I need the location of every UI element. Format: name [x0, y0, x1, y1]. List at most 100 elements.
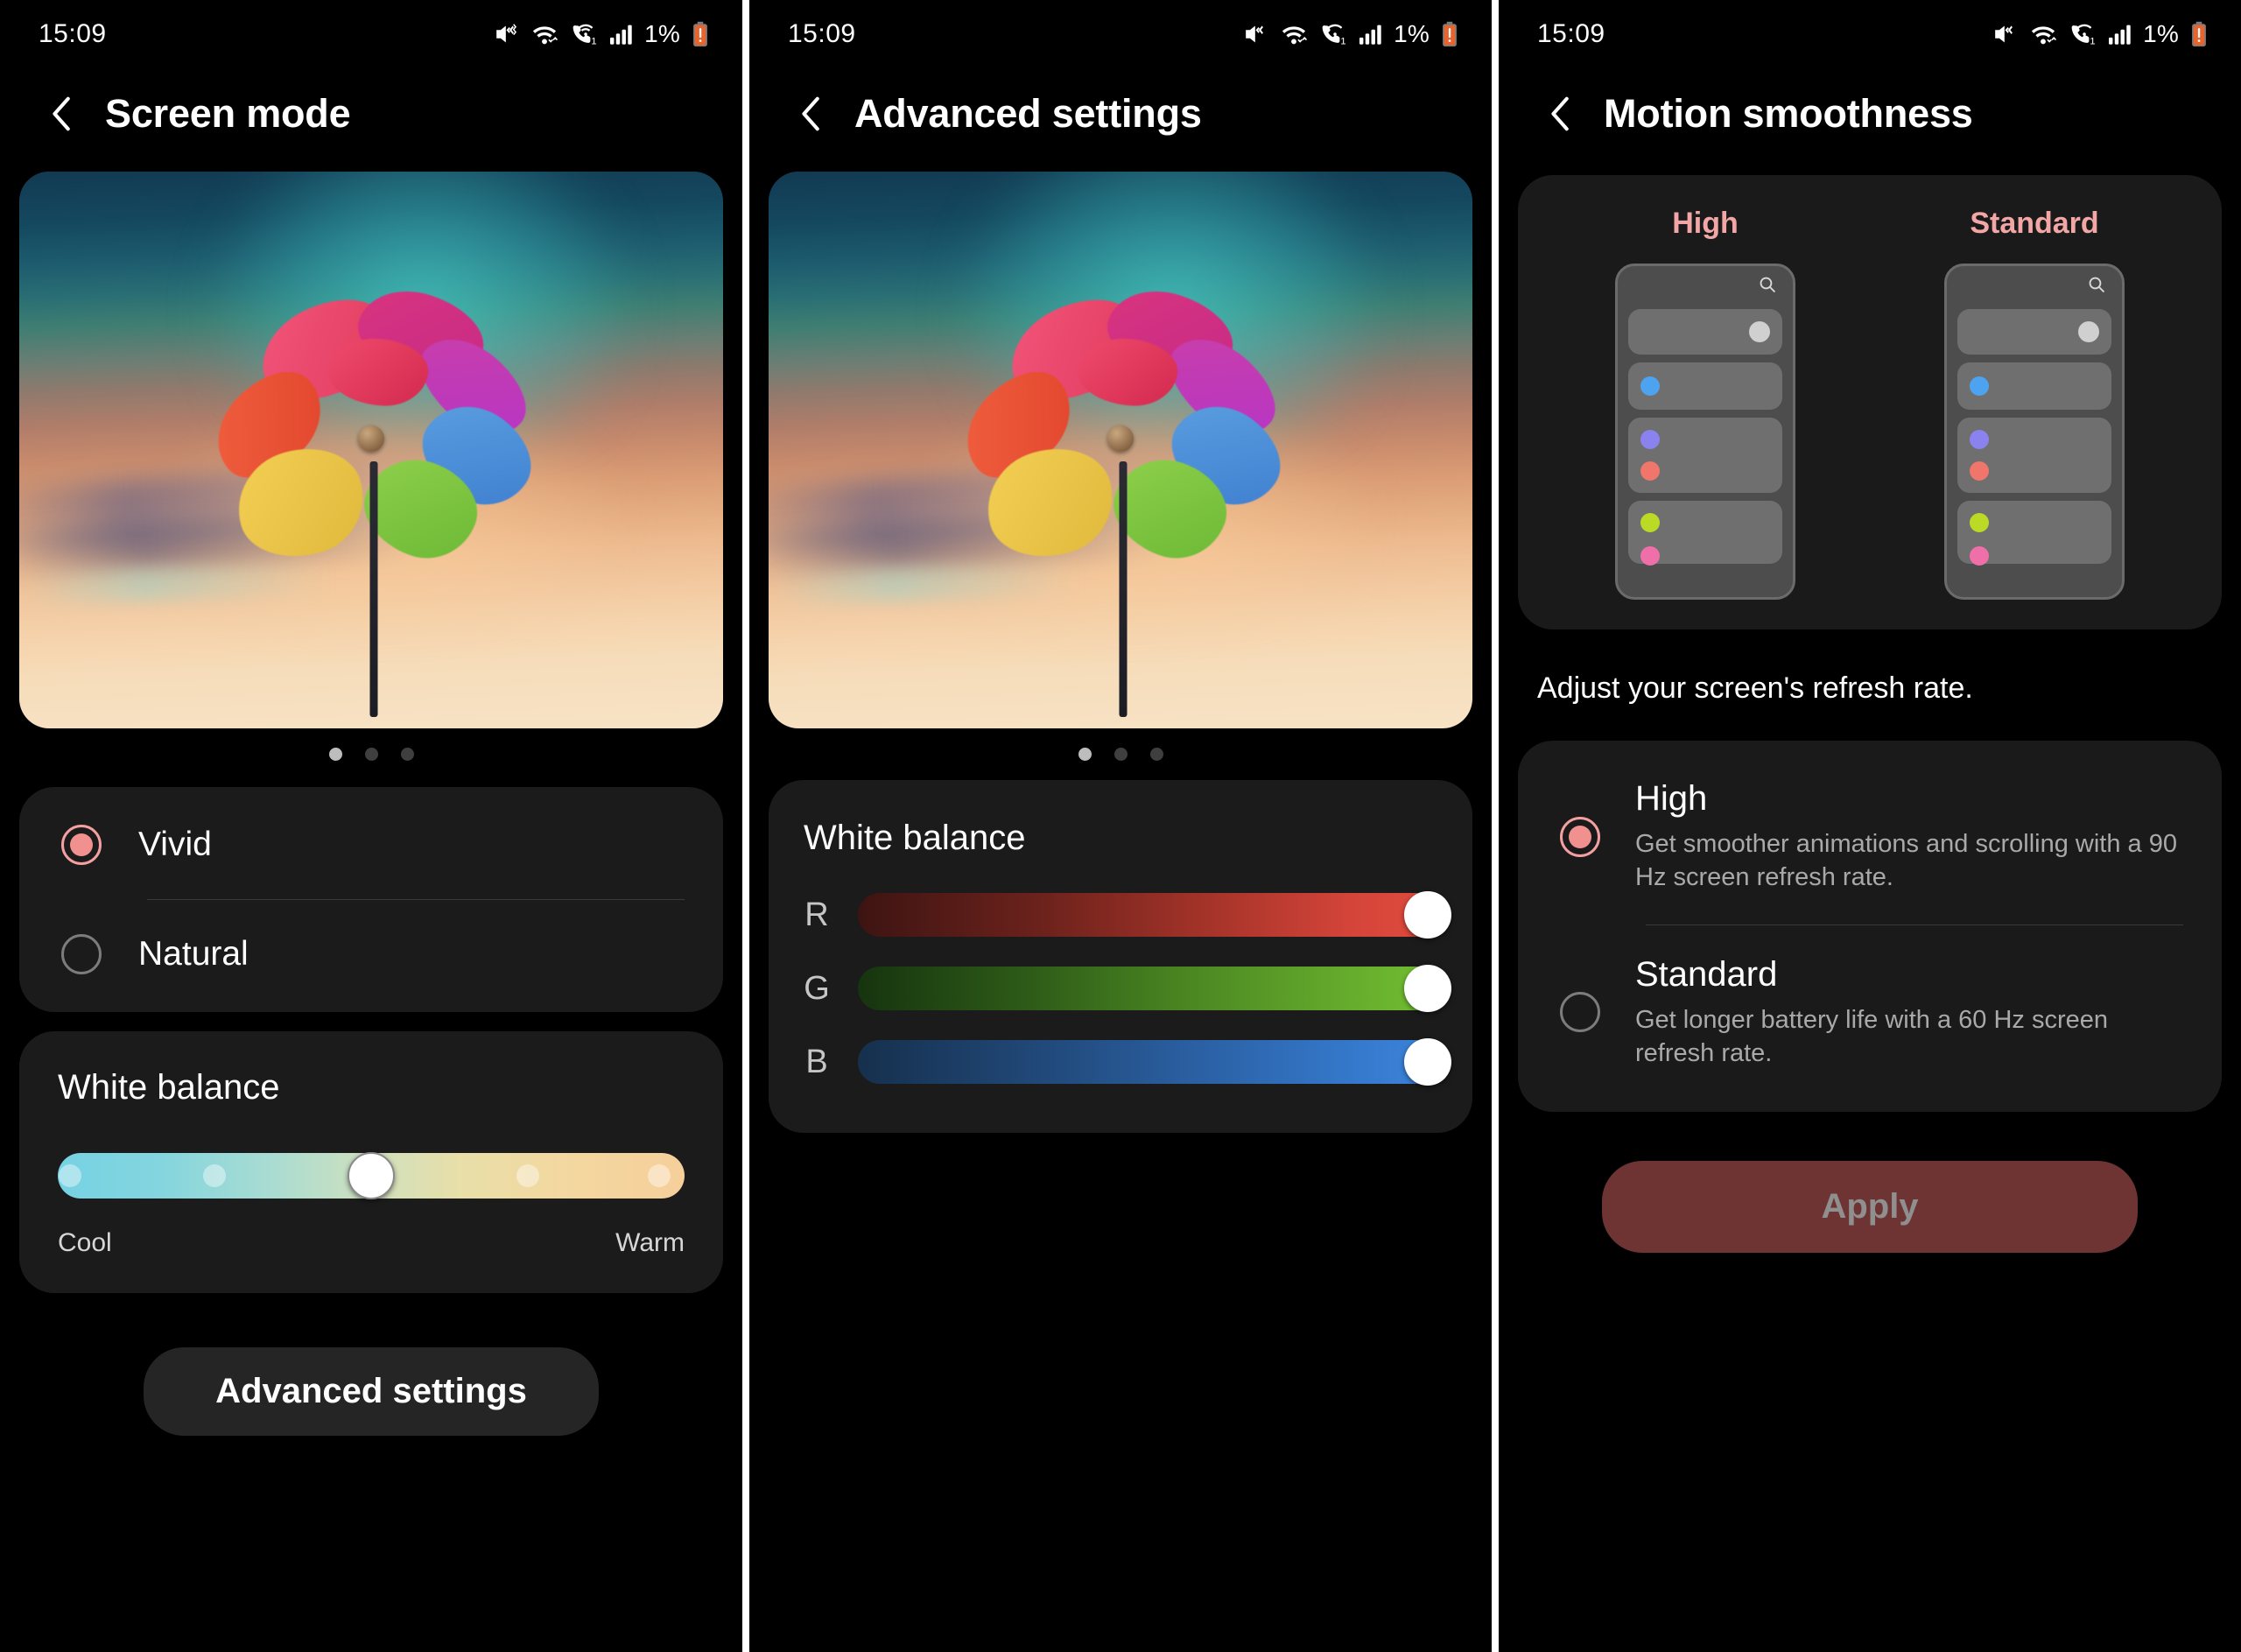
battery-low-icon	[1441, 21, 1458, 47]
white-balance-slider[interactable]	[58, 1152, 685, 1199]
rgb-white-balance-card: White balance R G B	[769, 780, 1472, 1133]
search-icon	[1628, 275, 1782, 301]
pinwheel-hub	[358, 425, 384, 453]
radio-button-natural[interactable]	[61, 934, 102, 974]
white-balance-end-labels: Cool Warm	[58, 1228, 685, 1258]
slider-tick	[516, 1164, 539, 1187]
screen-mode-options-card: Vivid Natural	[19, 787, 723, 1012]
apply-button-wrap: Apply	[1499, 1112, 2241, 1254]
app-bar-advanced-settings: Advanced settings	[749, 68, 1492, 159]
rgb-slider-blue[interactable]	[858, 1038, 1451, 1086]
refresh-preview-standard: Standard	[1890, 207, 2180, 600]
advanced-settings-button-wrap: Advanced settings	[0, 1293, 742, 1436]
mini-row	[1628, 501, 1782, 566]
mini-color-dot-pink	[1970, 546, 1989, 566]
wifi-calling-icon: 1	[2068, 22, 2097, 46]
pager-dot[interactable]	[328, 748, 342, 761]
refresh-rate-options-card: High Get smoother animations and scrolli…	[1518, 741, 2222, 1113]
pager-dot[interactable]	[1113, 748, 1128, 761]
refresh-option-subtitle-high: Get smoother animations and scrolling wi…	[1635, 830, 2177, 892]
mini-color-dot-blue	[1640, 376, 1660, 396]
radio-button-standard[interactable]	[1560, 992, 1600, 1033]
pager-dot[interactable]	[1078, 748, 1092, 761]
preview-pager-dots[interactable]	[19, 728, 723, 761]
mini-color-dot-purple	[1640, 430, 1660, 449]
mini-row	[1628, 418, 1782, 493]
svg-text:1: 1	[1340, 36, 1345, 46]
mini-color-dot-green	[1640, 513, 1660, 532]
status-clock: 15:09	[1537, 19, 1605, 48]
battery-low-icon	[692, 21, 709, 47]
mini-row	[1957, 362, 2111, 410]
search-icon	[1957, 275, 2111, 301]
pager-dot[interactable]	[1149, 748, 1163, 761]
status-icons: 1 1%	[494, 20, 709, 48]
white-balance-label-cool: Cool	[58, 1228, 112, 1257]
rgb-slider-thumb-green[interactable]	[1404, 965, 1451, 1012]
wifi-calling-icon: 1	[569, 22, 599, 46]
refresh-option-title-standard: Standard	[1635, 954, 1778, 994]
three-phone-screenshots: 15:09 1 1% Screen mode Vivid Natural Whi…	[0, 0, 2241, 1652]
radio-button-high[interactable]	[1560, 816, 1600, 857]
chevron-left-icon[interactable]	[1548, 94, 1576, 134]
page-title: Screen mode	[105, 91, 351, 136]
apply-button[interactable]: Apply	[1602, 1161, 2138, 1254]
refresh-option-title-high: High	[1635, 779, 1708, 818]
page-title: Motion smoothness	[1604, 91, 1973, 136]
white-balance-slider-thumb[interactable]	[348, 1152, 395, 1199]
rgb-slider-thumb-blue[interactable]	[1404, 1038, 1451, 1086]
mini-row	[1957, 309, 2111, 355]
preview-pager-dots[interactable]	[769, 728, 1472, 761]
rgb-row-green: G	[804, 965, 1451, 1012]
mini-toggle-knob	[1749, 321, 1770, 342]
rgb-label-b: B	[805, 1043, 828, 1080]
page-title: Advanced settings	[854, 91, 1202, 136]
wallpaper-preview-image	[769, 172, 1472, 728]
wifi-icon	[530, 22, 559, 46]
rgb-row-blue: B	[804, 1038, 1451, 1086]
white-balance-label-warm: Warm	[615, 1228, 685, 1257]
pager-dot[interactable]	[400, 748, 414, 761]
radio-button-vivid[interactable]	[61, 825, 102, 865]
wallpaper-preview-image	[19, 172, 723, 728]
battery-percent-label: 1%	[1394, 20, 1430, 47]
slider-tick	[203, 1164, 226, 1187]
pinwheel-graphic	[769, 172, 1472, 728]
rgb-slider-thumb-red[interactable]	[1404, 891, 1451, 938]
mini-color-dot-salmon	[1640, 461, 1660, 481]
mini-color-dot-purple	[1970, 430, 1989, 449]
battery-percent-label: 1%	[2143, 20, 2179, 47]
chevron-left-icon[interactable]	[49, 94, 77, 134]
panel-screen-mode: 15:09 1 1% Screen mode Vivid Natural Whi…	[0, 0, 742, 1652]
status-icons: 1 1%	[1243, 20, 1458, 48]
mini-row	[1957, 501, 2111, 566]
rgb-slider-green[interactable]	[858, 965, 1451, 1012]
white-balance-title: White balance	[58, 1068, 280, 1107]
screen-mode-label-natural: Natural	[138, 935, 249, 973]
screen-mode-option-vivid[interactable]: Vivid	[19, 791, 723, 899]
refresh-rate-preview-card: High Standard	[1518, 175, 2222, 629]
chevron-left-icon[interactable]	[798, 94, 826, 134]
battery-low-icon	[2190, 21, 2208, 47]
refresh-option-high[interactable]: High Get smoother animations and scrolli…	[1518, 749, 2222, 924]
mini-color-dot-salmon	[1970, 461, 1989, 481]
pinwheel-stick	[369, 460, 378, 718]
wifi-icon	[1279, 22, 1309, 46]
refresh-option-standard[interactable]: Standard Get longer battery life with a …	[1518, 925, 2222, 1100]
refresh-preview-label-high: High	[1672, 207, 1739, 240]
mini-row	[1957, 418, 2111, 493]
screen-mode-preview-wrap	[0, 159, 742, 761]
rgb-slider-red[interactable]	[858, 891, 1451, 938]
mini-color-dot-blue	[1970, 376, 1989, 396]
mute-vibrate-icon	[494, 23, 520, 46]
pinwheel-stick	[1119, 460, 1128, 718]
screen-mode-option-natural[interactable]: Natural	[19, 900, 723, 1009]
refresh-preview-high: High	[1561, 207, 1851, 600]
pager-dot[interactable]	[364, 748, 378, 761]
white-balance-card: White balance Cool Warm	[19, 1031, 723, 1293]
pinwheel-hub	[1107, 425, 1134, 453]
mini-color-dot-pink	[1640, 546, 1660, 566]
status-icons: 1 1%	[1992, 20, 2208, 48]
mini-row	[1628, 309, 1782, 355]
advanced-settings-button[interactable]: Advanced settings	[144, 1347, 599, 1436]
